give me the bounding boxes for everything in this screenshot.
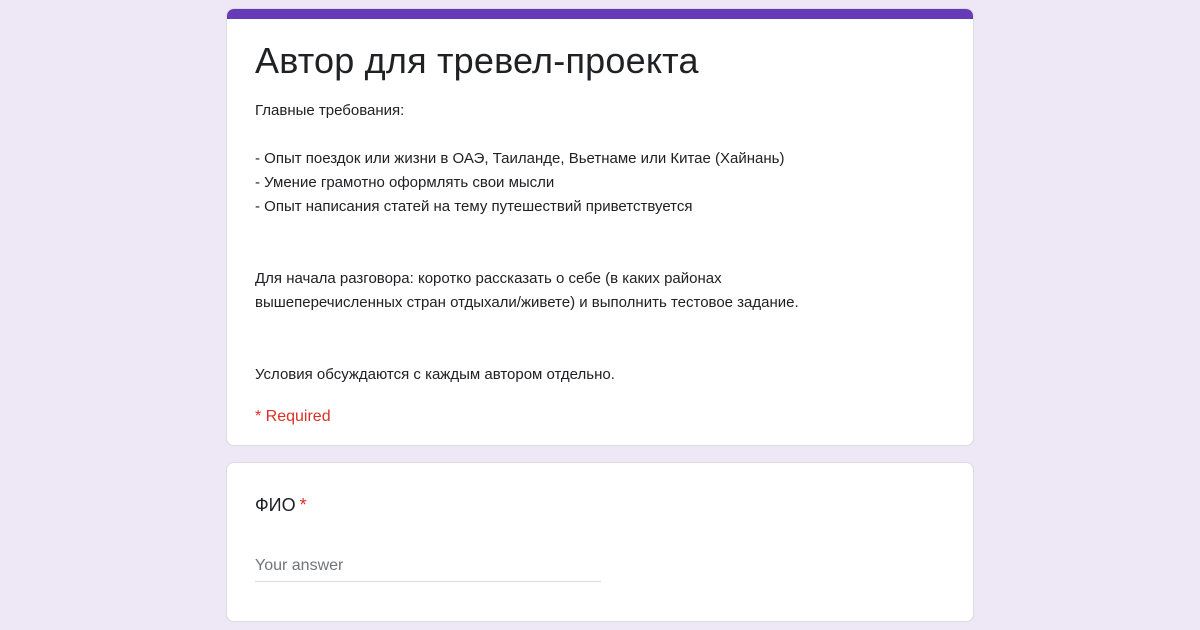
form-header-card: Автор для тревел-проекта Главные требова…: [226, 8, 974, 446]
form-accent-bar: [227, 9, 973, 19]
form-page: Автор для тревел-проекта Главные требова…: [0, 0, 1200, 630]
required-note: * Required: [255, 408, 331, 425]
form-header-content: Автор для тревел-проекта Главные требова…: [255, 39, 949, 427]
question-content: ФИО *: [255, 493, 949, 582]
form-description: Главные требования: - Опыт поездок или ж…: [255, 102, 799, 383]
answer-input-fio[interactable]: [255, 557, 601, 582]
form-title: Автор для тревел-проекта: [255, 40, 699, 81]
question-title-text: ФИО: [255, 495, 296, 515]
required-asterisk: *: [299, 495, 307, 515]
question-card-fio: ФИО *: [226, 462, 974, 622]
question-title: ФИО *: [255, 493, 949, 517]
